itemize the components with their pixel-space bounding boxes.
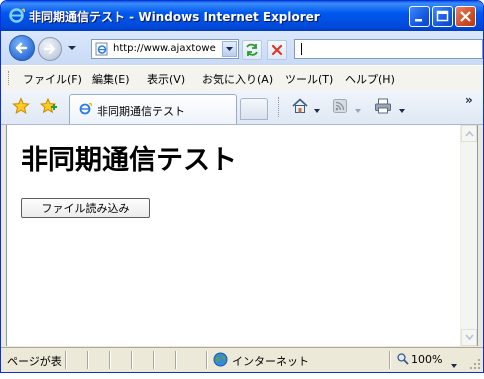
address-bar[interactable]: http://www.ajaxtowe [91,39,239,59]
add-favorites-icon[interactable] [39,97,58,115]
home-icon[interactable] [291,97,309,115]
toolbar-grip[interactable] [8,71,11,85]
feeds-dropdown-icon[interactable] [355,103,361,113]
status-separator [175,351,177,369]
status-separator [65,351,67,369]
menu-edit[interactable]: 編集(E) [92,71,130,87]
ie-page-icon [78,102,92,116]
toolbar-separator [278,97,279,117]
address-toolbar: http://www.ajaxtowe [1,31,483,65]
recent-pages-dropdown[interactable] [67,41,77,55]
status-separator [153,351,155,369]
page-content: 非同期通信テスト ファイル読み込み [6,125,478,346]
menu-help[interactable]: ヘルプ(H) [345,71,395,87]
close-button[interactable] [455,6,476,27]
print-dropdown-icon[interactable] [399,103,405,113]
menu-bar: ファイル(F) 編集(E) 表示(V) お気に入り(A) ツール(T) ヘルプ(… [1,65,483,91]
tab-label: 非同期通信テスト [97,105,185,118]
forward-button[interactable] [38,37,62,61]
menu-favorites[interactable]: お気に入り(A) [202,71,273,87]
menu-tools[interactable]: ツール(T) [285,71,333,87]
zoom-icon[interactable] [397,353,409,365]
new-tab-button[interactable] [240,98,268,120]
page-heading: 非同期通信テスト [21,145,237,176]
favorites-star-icon[interactable] [12,97,30,115]
ie-logo-icon [8,7,25,24]
load-file-button[interactable]: ファイル読み込み [21,198,150,218]
ie-page-icon [95,42,109,56]
home-dropdown-icon[interactable] [314,103,320,113]
status-separator [109,351,111,369]
scroll-down-button[interactable] [461,329,477,346]
tab-toolbar: 非同期通信テスト » [1,90,483,125]
back-button[interactable] [9,35,35,61]
url-text: http://www.ajaxtowe [113,43,216,54]
vertical-scrollbar[interactable] [460,125,477,346]
menu-file[interactable]: ファイル(F) [23,71,82,87]
minimize-button[interactable] [409,6,430,27]
window-title: 非同期通信テスト - Windows Internet Explorer [29,10,320,24]
browser-window: 非同期通信テスト - Windows Internet Explorer htt… [0,0,484,373]
security-zone-text: インターネット [232,355,309,368]
search-input[interactable] [294,39,483,59]
status-separator [389,351,391,369]
stop-button[interactable] [267,40,287,60]
address-dropdown-button[interactable] [222,41,237,57]
print-icon[interactable] [374,97,392,115]
menu-view[interactable]: 表示(V) [147,71,185,87]
zoom-dropdown-icon[interactable] [451,358,457,368]
refresh-button[interactable] [242,40,262,60]
zoom-level[interactable]: 100% [411,353,442,366]
tab-active[interactable]: 非同期通信テスト [69,94,237,124]
maximize-button[interactable] [432,6,453,27]
status-separator [206,351,208,369]
status-text: ページが表 [7,355,62,368]
feeds-icon[interactable] [333,99,347,113]
resize-grip[interactable] [469,358,481,370]
status-separator [87,351,89,369]
globe-icon [213,352,228,367]
toolbar-overflow-chevron[interactable]: » [465,93,473,107]
status-bar: ページが表 インターネット 100% [1,347,483,372]
scroll-up-button[interactable] [461,125,477,142]
title-bar[interactable]: 非同期通信テスト - Windows Internet Explorer [1,1,483,31]
text-caret [301,43,302,55]
status-separator [131,351,133,369]
